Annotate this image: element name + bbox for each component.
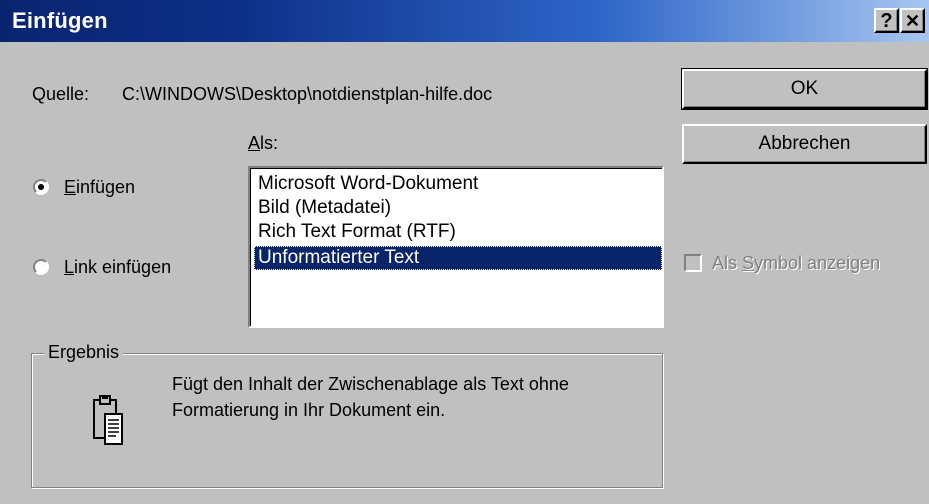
paste-radio-rest: infügen [76, 177, 136, 197]
display-as-icon-checkbox[interactable] [684, 254, 702, 272]
paste-special-dialog: Einfügen ? ✕ Quelle: C:\WINDOWS\Desktop\… [0, 0, 929, 504]
display-as-icon-label: Als Symbol anzeigen [712, 253, 880, 274]
paste-radio[interactable] [33, 179, 49, 195]
close-icon: ✕ [904, 10, 921, 31]
display-as-icon-rest: ymbol anzeigen [754, 253, 881, 273]
display-as-icon-prefix: Als [712, 253, 743, 273]
result-description-line1: Fügt den Inhalt der Zwischenablage als T… [172, 374, 569, 394]
help-button[interactable]: ? [874, 8, 899, 33]
ok-button-label: OK [790, 78, 819, 99]
source-label: Quelle: [32, 84, 90, 104]
as-format-listbox[interactable]: Microsoft Word-Dokument Bild (Metadatei)… [248, 166, 664, 328]
clipboard-icon [93, 395, 123, 445]
window-title: Einfügen [12, 8, 108, 33]
as-list-label: Als: [248, 133, 278, 154]
as-list-label-accel: A [248, 133, 261, 153]
list-item[interactable]: Microsoft Word-Dokument [256, 172, 478, 196]
radio-selected-dot [38, 184, 44, 190]
display-as-icon-accel: S [742, 253, 755, 273]
as-list-label-rest: ls: [260, 133, 279, 153]
help-icon: ? [880, 9, 893, 32]
cancel-button-label: Abbrechen [758, 133, 851, 154]
list-item[interactable]: Rich Text Format (RTF) [256, 220, 456, 244]
paste-radio-label[interactable]: Einfügen [64, 177, 135, 198]
result-group-title: Ergebnis [44, 342, 124, 363]
paste-radio-accel: E [64, 177, 77, 197]
title-bar[interactable]: Einfügen ? ✕ [0, 0, 929, 42]
list-item[interactable]: Bild (Metadatei) [256, 196, 391, 220]
paste-link-radio-accel: L [64, 257, 75, 277]
close-button[interactable]: ✕ [900, 8, 925, 33]
result-description-line2: Formatierung in Ihr Dokument ein. [172, 400, 446, 420]
ok-button[interactable]: OK [681, 68, 928, 110]
source-path: C:\WINDOWS\Desktop\notdienstplan-hilfe.d… [122, 84, 493, 104]
paste-link-radio-rest: ink einfügen [74, 257, 172, 277]
cancel-button[interactable]: Abbrechen [682, 124, 927, 164]
list-item-selected[interactable]: Unformatierter Text [254, 246, 662, 270]
paste-link-radio[interactable] [33, 259, 49, 275]
paste-link-radio-label[interactable]: Link einfügen [64, 257, 171, 278]
